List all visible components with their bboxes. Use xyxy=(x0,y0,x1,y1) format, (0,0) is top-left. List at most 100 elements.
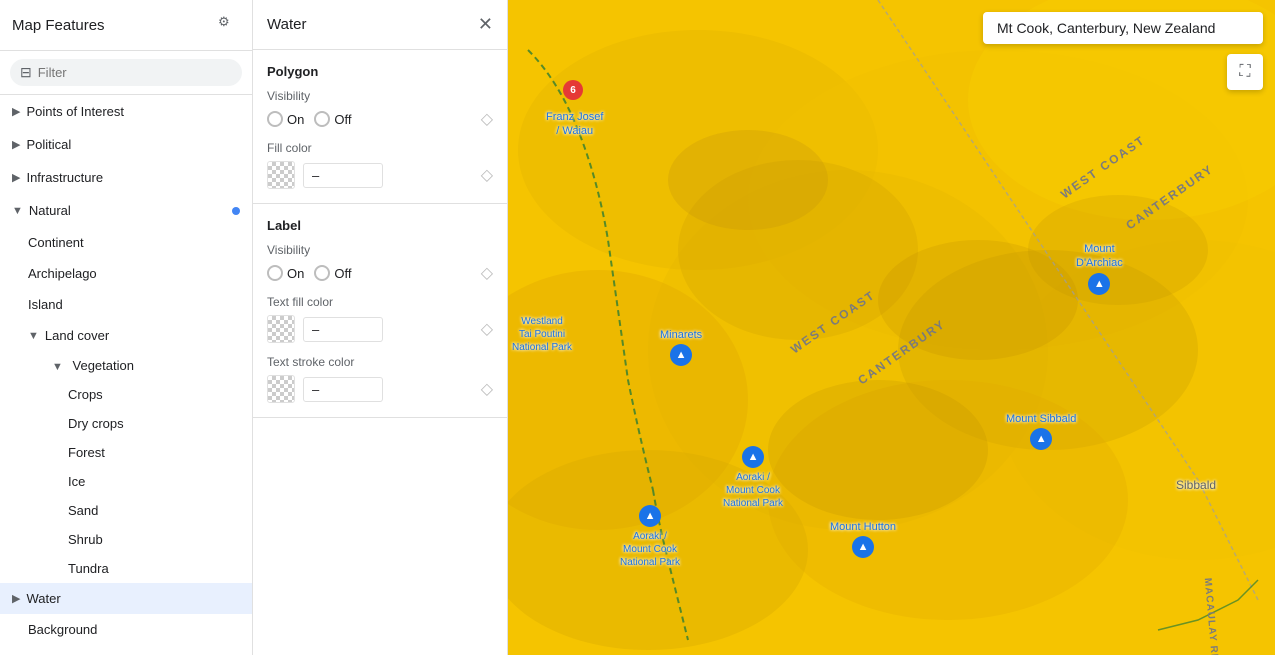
fill-color-value[interactable]: – xyxy=(303,163,383,188)
sidebar-item-ice[interactable]: Ice xyxy=(0,467,252,496)
route-label: 6 xyxy=(570,85,576,96)
sidebar-item-forest[interactable]: Forest xyxy=(0,438,252,467)
fill-color-swatch[interactable] xyxy=(267,161,295,189)
visibility-label: Visibility xyxy=(267,89,493,103)
text-fill-color-value[interactable]: – xyxy=(303,317,383,342)
sidebar-item-political[interactable]: ▶ Political xyxy=(0,128,252,161)
left-panel: Map Features ⚙ ⊟ ▶ Points of Interest ▶ … xyxy=(0,0,253,655)
diamond-icon: ◇ xyxy=(481,379,493,399)
fullscreen-icon: ⛶ xyxy=(1239,63,1250,81)
sidebar-item-label: Sand xyxy=(68,503,98,518)
map-area[interactable]: Mt Cook, Canterbury, New Zealand ⛶ 6 Fra… xyxy=(508,0,1275,655)
radio-on-circle xyxy=(267,111,283,127)
polygon-visibility-on[interactable]: On xyxy=(267,111,304,127)
text-fill-color-row: – ◇ xyxy=(267,315,493,343)
sidebar-item-label: Natural xyxy=(29,203,71,218)
arrow-right-icon: ▶ xyxy=(12,171,20,184)
diamond-icon: ◇ xyxy=(481,319,493,339)
sidebar-item-label: Forest xyxy=(68,445,105,460)
radio-on-label: On xyxy=(287,112,304,127)
polygon-visibility-off[interactable]: Off xyxy=(314,111,351,127)
filter-icon: ⊟ xyxy=(20,64,32,81)
sidebar-item-crops[interactable]: Crops xyxy=(0,380,252,409)
fill-color-row: – ◇ xyxy=(267,161,493,189)
label-visibility-off[interactable]: Off xyxy=(314,265,351,281)
route-6-marker: 6 xyxy=(563,80,583,100)
text-fill-label: Text fill color xyxy=(267,295,493,309)
sidebar-item-label: Vegetation xyxy=(73,358,134,373)
text-stroke-color-value[interactable]: – xyxy=(303,377,383,402)
sidebar-item-label: Island xyxy=(28,297,63,312)
label-section-title: Label xyxy=(267,218,493,233)
sidebar-item-label: Land cover xyxy=(45,328,109,343)
close-icon[interactable]: ✕ xyxy=(478,14,493,35)
sidebar-item-label: Crops xyxy=(68,387,103,402)
text-stroke-color-swatch[interactable] xyxy=(267,375,295,403)
polygon-visibility-row: On Off ◇ xyxy=(267,109,493,129)
fullscreen-button[interactable]: ⛶ xyxy=(1227,54,1263,90)
sidebar-item-sand[interactable]: Sand xyxy=(0,496,252,525)
filter-input[interactable] xyxy=(38,65,232,80)
polygon-section: Polygon Visibility On Off ◇ Fill color –… xyxy=(253,50,507,204)
label-visibility-row: On Off ◇ xyxy=(267,263,493,283)
arrow-right-icon: ▶ xyxy=(12,592,20,605)
label-section: Label Visibility On Off ◇ Text fill colo… xyxy=(253,204,507,418)
sidebar-item-vegetation[interactable]: ▼ Vegetation xyxy=(0,351,252,380)
label-visibility-label: Visibility xyxy=(267,243,493,257)
sidebar-item-points-of-interest[interactable]: ▶ Points of Interest xyxy=(0,95,252,128)
sidebar-item-land-cover[interactable]: ▼ Land cover xyxy=(0,320,252,351)
label-visibility-on[interactable]: On xyxy=(267,265,304,281)
sidebar-item-label: Political xyxy=(26,137,71,152)
diamond-icon: ◇ xyxy=(481,165,493,185)
sidebar-item-label: Shrub xyxy=(68,532,103,547)
sidebar-item-tundra[interactable]: Tundra xyxy=(0,554,252,583)
water-panel-title: Water xyxy=(267,16,306,33)
gear-icon[interactable]: ⚙ xyxy=(218,14,240,36)
text-stroke-color-row: – ◇ xyxy=(267,375,493,403)
sidebar-item-shrub[interactable]: Shrub xyxy=(0,525,252,554)
sidebar-item-label: Water xyxy=(26,591,60,606)
arrow-down-icon: ▼ xyxy=(52,361,63,373)
sidebar-item-background[interactable]: Background xyxy=(0,614,252,645)
middle-panel-header: Water ✕ xyxy=(253,0,507,50)
active-dot xyxy=(232,207,240,215)
sidebar-item-infrastructure[interactable]: ▶ Infrastructure xyxy=(0,161,252,194)
arrow-right-icon: ▶ xyxy=(12,138,20,151)
map-features-title: Map Features xyxy=(12,17,105,34)
sidebar-item-label: Archipelago xyxy=(28,266,97,281)
diamond-icon: ◇ xyxy=(481,263,493,283)
sidebar-item-dry-crops[interactable]: Dry crops xyxy=(0,409,252,438)
polygon-title: Polygon xyxy=(267,64,493,79)
radio-on-label: On xyxy=(287,266,304,281)
radio-off-label: Off xyxy=(334,266,351,281)
sidebar-item-label: Infrastructure xyxy=(26,170,103,185)
sidebar-item-label: Tundra xyxy=(68,561,109,576)
text-stroke-label: Text stroke color xyxy=(267,355,493,369)
sidebar-item-label: Background xyxy=(28,622,97,637)
arrow-right-icon: ▶ xyxy=(12,105,20,118)
text-fill-color-swatch[interactable] xyxy=(267,315,295,343)
middle-panel: Water ✕ Polygon Visibility On Off ◇ Fill… xyxy=(253,0,508,655)
fill-color-label: Fill color xyxy=(267,141,493,155)
sidebar-item-archipelago[interactable]: Archipelago xyxy=(0,258,252,289)
sidebar-item-continent[interactable]: Continent xyxy=(0,227,252,258)
search-value: Mt Cook, Canterbury, New Zealand xyxy=(997,20,1215,36)
sidebar-item-natural[interactable]: ▼ Natural xyxy=(0,194,252,227)
sidebar-item-label: Ice xyxy=(68,474,85,489)
radio-off-circle xyxy=(314,265,330,281)
map-search-bar[interactable]: Mt Cook, Canterbury, New Zealand xyxy=(983,12,1263,44)
arrow-down-icon: ▼ xyxy=(12,205,23,217)
filter-input-wrap: ⊟ xyxy=(10,59,242,86)
sidebar-item-water[interactable]: ▶ Water xyxy=(0,583,252,614)
radio-on-circle xyxy=(267,265,283,281)
sidebar-item-label: Points of Interest xyxy=(26,104,124,119)
filter-bar: ⊟ xyxy=(0,51,252,95)
radio-off-label: Off xyxy=(334,112,351,127)
sidebar-item-label: Dry crops xyxy=(68,416,124,431)
sidebar-item-island[interactable]: Island xyxy=(0,289,252,320)
left-panel-header: Map Features ⚙ xyxy=(0,0,252,51)
sidebar-item-label: Continent xyxy=(28,235,84,250)
radio-off-circle xyxy=(314,111,330,127)
diamond-icon: ◇ xyxy=(481,109,493,129)
arrow-down-icon: ▼ xyxy=(28,330,39,342)
